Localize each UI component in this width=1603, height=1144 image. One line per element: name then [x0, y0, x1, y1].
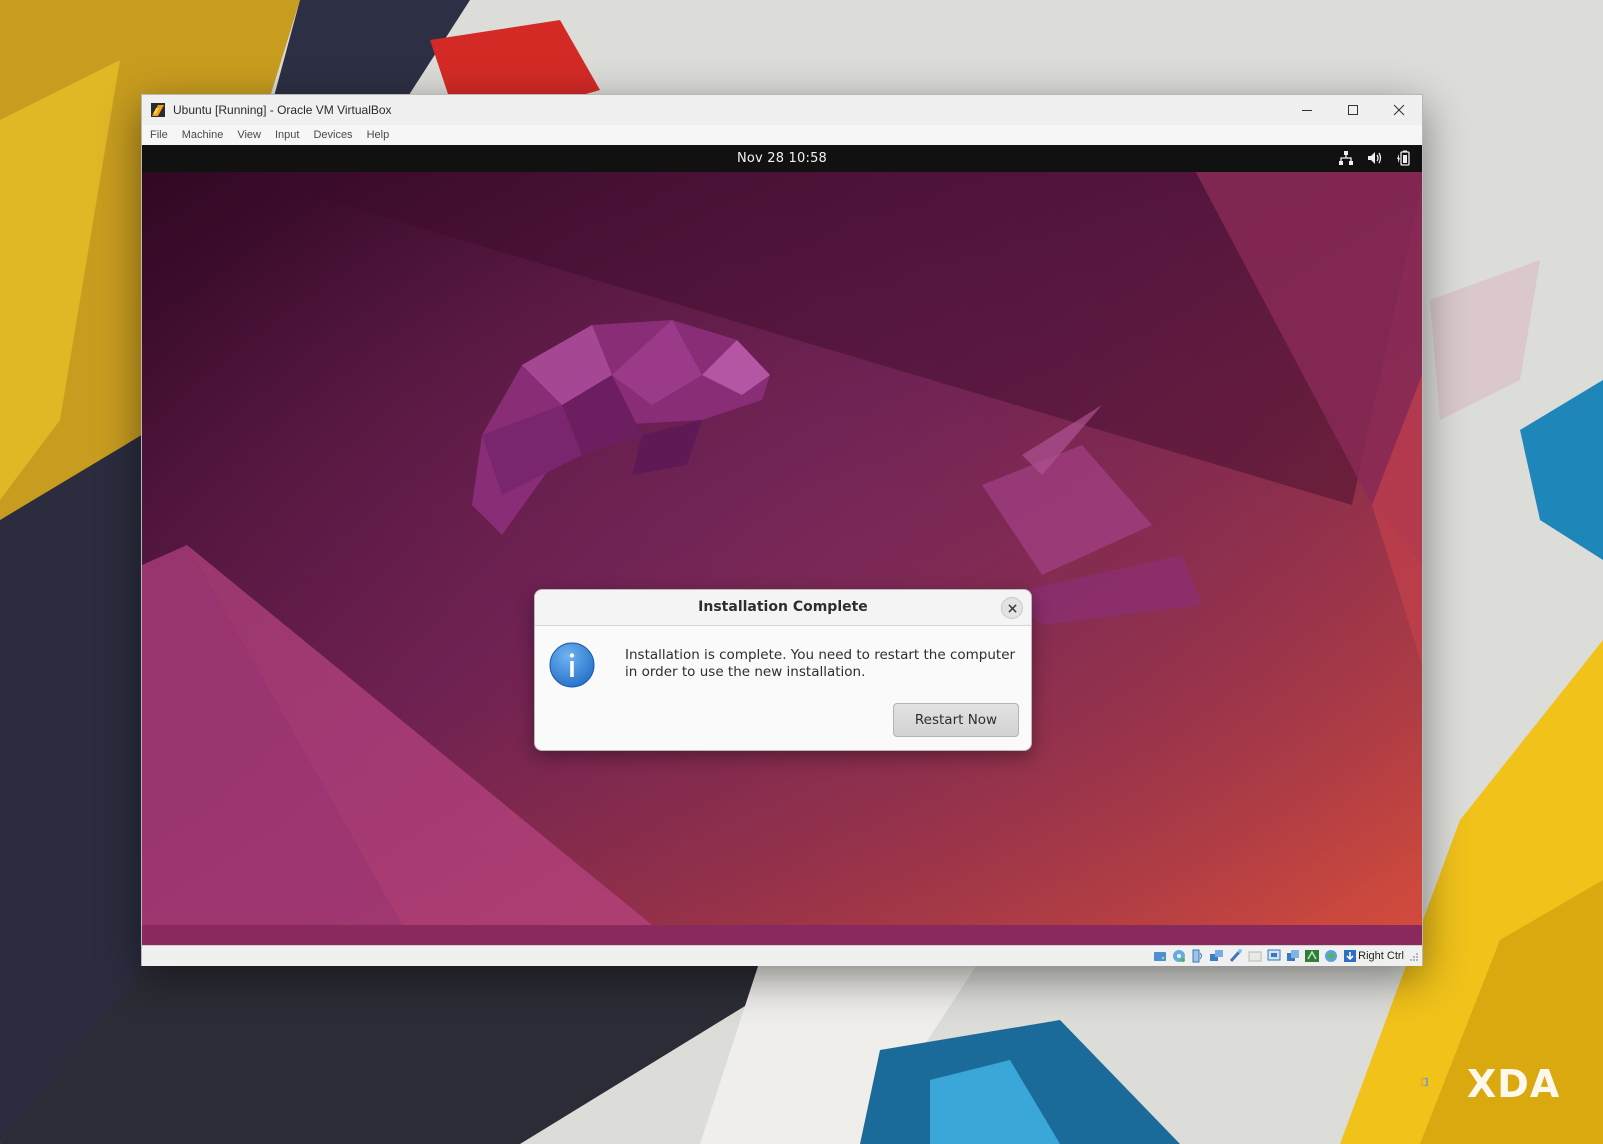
network-adapters-icon[interactable] [1209, 948, 1225, 964]
virtualbox-window: Ubuntu [Running] - Oracle VM VirtualBox … [141, 94, 1423, 966]
window-title: Ubuntu [Running] - Oracle VM VirtualBox [173, 103, 392, 117]
minimize-button[interactable] [1284, 95, 1330, 125]
system-tray[interactable] [1338, 150, 1412, 166]
dialog-title: Installation Complete [698, 599, 868, 615]
dialog-close-button[interactable] [1001, 597, 1023, 619]
menu-input[interactable]: Input [275, 129, 299, 141]
menu-machine[interactable]: Machine [182, 129, 224, 141]
vm-window-icon[interactable] [1304, 948, 1320, 964]
close-icon [1007, 603, 1017, 613]
network-icon[interactable] [1338, 150, 1354, 166]
menu-view[interactable]: View [237, 129, 261, 141]
menu-file[interactable]: File [150, 129, 168, 141]
restart-now-button[interactable]: Restart Now [893, 703, 1019, 737]
guest-display[interactable]: Nov 28 10:58 Installation Complete Insta… [142, 145, 1422, 945]
resize-grip-icon[interactable] [1409, 952, 1419, 962]
xda-watermark: XDA [1467, 1062, 1561, 1106]
maximize-button[interactable] [1330, 95, 1376, 125]
dialog-header[interactable]: Installation Complete [535, 590, 1031, 626]
mouse-integration-icon[interactable] [1342, 948, 1358, 964]
minimize-icon [1302, 110, 1312, 111]
display-icon[interactable] [1266, 948, 1282, 964]
battery-icon[interactable] [1396, 150, 1412, 166]
ubuntu-wallpaper [142, 145, 1422, 945]
menu-devices[interactable]: Devices [313, 129, 352, 141]
optical-drive-icon[interactable] [1171, 948, 1187, 964]
clock[interactable]: Nov 28 10:58 [142, 151, 1422, 166]
menubar: File Machine View Input Devices Help [142, 125, 1422, 145]
xda-logo-mark [1421, 1077, 1428, 1087]
close-window-button[interactable] [1376, 95, 1422, 125]
installation-complete-dialog: Installation Complete Installation is co… [534, 589, 1032, 751]
dialog-message: Installation is complete. You need to re… [625, 647, 1016, 680]
audio-icon[interactable] [1190, 948, 1206, 964]
hard-disk-icon[interactable] [1152, 948, 1168, 964]
host-key-label[interactable]: Right Ctrl [1358, 950, 1404, 962]
statusbar: Right Ctrl [142, 945, 1422, 966]
window-controls [1284, 95, 1422, 125]
info-icon [549, 642, 595, 688]
volume-icon[interactable] [1367, 150, 1383, 166]
shared-folders-icon[interactable] [1247, 948, 1263, 964]
window-titlebar[interactable]: Ubuntu [Running] - Oracle VM VirtualBox [142, 95, 1422, 125]
status-indicators [1152, 948, 1358, 964]
cpu-icon[interactable] [1323, 948, 1339, 964]
virtualbox-app-icon [151, 103, 165, 117]
close-icon [1393, 104, 1405, 116]
maximize-icon [1348, 105, 1358, 115]
gnome-top-bar: Nov 28 10:58 [142, 145, 1422, 172]
video-capture-icon[interactable] [1285, 948, 1301, 964]
menu-help[interactable]: Help [367, 129, 390, 141]
usb-icon[interactable] [1228, 948, 1244, 964]
